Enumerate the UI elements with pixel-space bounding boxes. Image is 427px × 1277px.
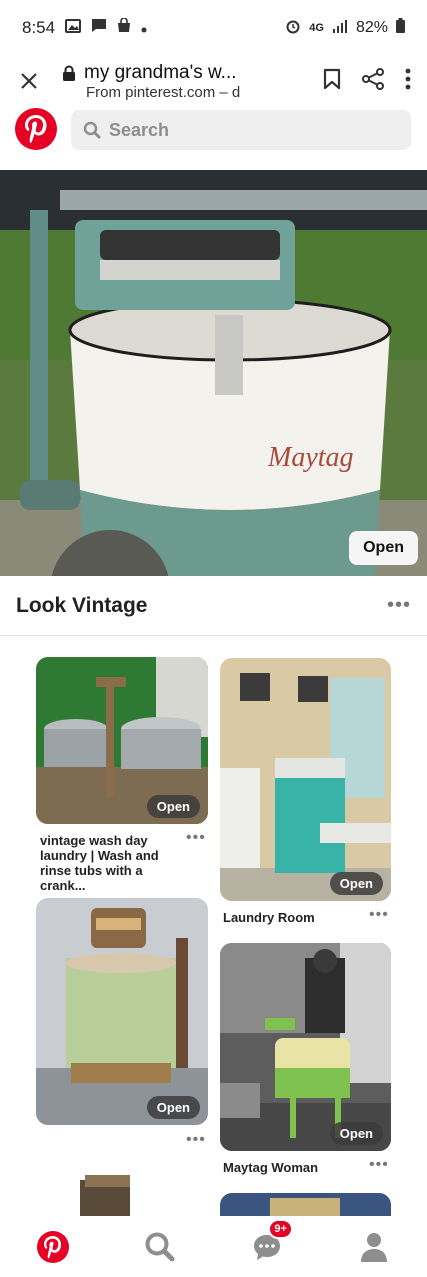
pin-2-open-button[interactable]: Open — [329, 872, 383, 895]
page-title: my grandma's w... — [84, 61, 237, 83]
hero-open-button[interactable]: Open — [349, 531, 418, 565]
kebab-menu-icon — [405, 68, 411, 89]
message-icon — [91, 18, 107, 38]
pin-card-partial-right[interactable] — [220, 1193, 391, 1216]
nav-home[interactable] — [31, 1225, 75, 1269]
signal-icon — [332, 19, 348, 38]
nav-search[interactable] — [138, 1225, 182, 1269]
search-icon — [83, 121, 101, 139]
url-info[interactable]: my grandma's w... From pinterest.com – d — [58, 62, 323, 101]
board-more-button[interactable]: ••• — [387, 594, 411, 617]
bookmark-button[interactable] — [323, 68, 341, 95]
pin-2-caption[interactable]: Laundry Room — [223, 910, 363, 925]
search-placeholder: Search — [109, 119, 170, 140]
pin-card-green-washer[interactable]: Open — [36, 898, 208, 1125]
pin-card-laundry-room[interactable]: Open — [220, 658, 391, 901]
vintage-washer-photo: Maytag — [0, 170, 427, 576]
pinterest-home-icon — [37, 1230, 70, 1263]
shopping-bag-icon — [117, 17, 131, 38]
pin-card-wash-tubs[interactable]: Open — [36, 657, 208, 824]
lock-icon — [63, 65, 75, 81]
pin-4-caption[interactable]: Maytag Woman — [223, 1160, 363, 1175]
pin-3-more-button[interactable]: ••• — [186, 1131, 206, 1149]
pin-hero-image[interactable]: Maytag Open — [0, 170, 427, 576]
pin-1-caption[interactable]: vintage wash day laundry | Wash and rins… — [40, 833, 190, 893]
browser-url-bar: my grandma's w... From pinterest.com – d — [0, 56, 427, 106]
pin-card-maytag-woman[interactable]: Open — [220, 943, 391, 1151]
alarm-icon — [285, 18, 301, 39]
pin-2-more-button[interactable]: ••• — [369, 906, 389, 924]
dot-icon — [141, 18, 147, 38]
green-washer-photo — [36, 898, 208, 1125]
pinterest-logo[interactable] — [15, 108, 57, 150]
laundry-room-photo — [220, 658, 391, 901]
search-icon — [145, 1232, 175, 1261]
page-domain: From pinterest.com – d — [86, 83, 241, 101]
share-icon — [362, 67, 384, 90]
pinterest-p-icon — [25, 115, 47, 143]
pin-4-more-button[interactable]: ••• — [369, 1156, 389, 1174]
share-button[interactable] — [361, 67, 385, 96]
profile-icon — [360, 1232, 387, 1262]
network-type: 4G — [309, 22, 324, 34]
partial-pin-photo-left — [70, 1170, 170, 1216]
pin-4-open-button[interactable]: Open — [329, 1122, 383, 1145]
board-title[interactable]: Look Vintage — [16, 594, 147, 618]
pin-1-open-button[interactable]: Open — [146, 795, 200, 818]
notification-badge: 9+ — [268, 1218, 293, 1239]
pin-card-partial-left[interactable] — [70, 1170, 170, 1216]
bottom-navigation: 9+ — [0, 1216, 427, 1277]
status-bar: 8:54 4G 82% — [0, 0, 427, 56]
search-input[interactable]: Search — [71, 110, 411, 150]
nav-profile[interactable] — [352, 1225, 396, 1269]
battery-percent: 82% — [355, 19, 388, 36]
bookmark-icon — [323, 68, 341, 89]
maytag-woman-photo — [220, 943, 391, 1151]
pin-3-open-button[interactable]: Open — [146, 1096, 200, 1119]
pinterest-header: Search — [0, 106, 427, 170]
battery-icon — [396, 18, 405, 38]
board-header: Look Vintage ••• — [0, 576, 427, 636]
partial-pin-photo-right — [220, 1193, 391, 1216]
close-icon — [21, 73, 37, 89]
nav-messages[interactable]: 9+ — [245, 1218, 293, 1269]
hero-brand-text: Maytag — [267, 442, 354, 473]
more-options-button[interactable] — [405, 68, 411, 95]
gallery-icon — [65, 18, 82, 38]
close-button[interactable] — [0, 56, 58, 106]
status-time: 8:54 — [22, 18, 56, 37]
